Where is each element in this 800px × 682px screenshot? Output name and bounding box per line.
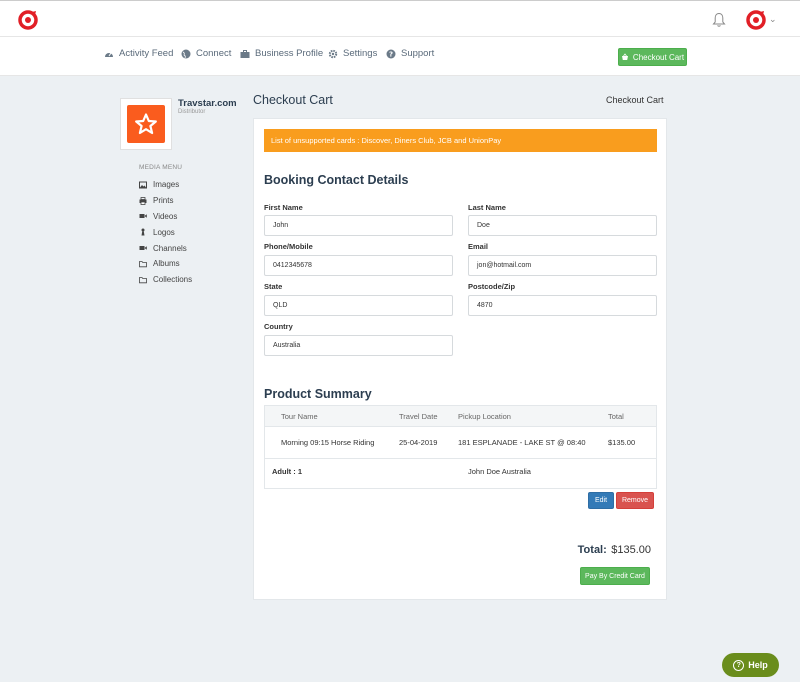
globe-icon xyxy=(181,49,191,58)
profile-name[interactable]: Travstar.com xyxy=(178,98,237,109)
page-title: Checkout Cart xyxy=(253,93,333,107)
nav-label: Settings xyxy=(343,48,378,59)
product-summary-table: Tour Name Travel Date Pickup Location To… xyxy=(264,405,657,489)
first-name-label: First Name xyxy=(264,203,303,212)
booking-contact-heading: Booking Contact Details xyxy=(264,173,409,187)
nav-label: Business Profile xyxy=(255,48,324,59)
nav-label: Support xyxy=(401,48,435,59)
column-header: Pickup Location xyxy=(458,412,511,421)
media-item-albums[interactable]: Albums xyxy=(139,256,249,272)
nav-business-profile[interactable]: Business Profile xyxy=(240,48,323,59)
checkout-cart-label: Checkout Cart xyxy=(632,52,685,62)
user-avatar[interactable] xyxy=(746,10,766,30)
total-label: Total: xyxy=(577,544,607,556)
remove-button[interactable]: Remove xyxy=(616,492,654,509)
svg-text:?: ? xyxy=(389,50,393,58)
folder-icon xyxy=(139,260,147,268)
media-item-collections[interactable]: Collections xyxy=(139,272,249,288)
media-item-images[interactable]: Images xyxy=(139,177,249,193)
nav-support[interactable]: ? Support xyxy=(386,48,434,59)
first-name-field[interactable]: John xyxy=(264,215,453,236)
checkout-cart-button[interactable]: Checkout Cart xyxy=(618,48,687,66)
email-field[interactable]: jon@hotmail.com xyxy=(468,255,657,276)
postcode-field[interactable]: 4870 xyxy=(468,295,657,316)
nav-connect[interactable]: Connect xyxy=(181,48,231,59)
checkout-panel: List of unsupported cards : Discover, Di… xyxy=(253,118,667,600)
profile-logo[interactable] xyxy=(120,98,172,150)
travel-date-cell: 25-04-2019 xyxy=(399,438,438,447)
nav-label: Activity Feed xyxy=(119,48,174,59)
profile-logo-tile xyxy=(127,105,165,143)
video-icon xyxy=(139,246,147,251)
column-header: Total xyxy=(608,412,624,421)
profile-role: Distributor xyxy=(178,109,206,115)
media-item-prints[interactable]: Prints xyxy=(139,193,249,209)
media-menu-title: MEDIA MENU xyxy=(139,164,183,171)
column-header: Travel Date xyxy=(399,412,438,421)
media-item-label: Videos xyxy=(153,211,178,221)
total-cell: $135.00 xyxy=(608,438,636,447)
media-item-label: Logos xyxy=(153,227,175,237)
folder-icon xyxy=(139,276,147,283)
phone-field[interactable]: 0412345678 xyxy=(264,255,453,276)
pickup-location-cell: 181 ESPLANADE - LAKE ST @ 08:40 xyxy=(458,438,586,447)
state-label: State xyxy=(264,282,283,291)
media-item-label: Collections xyxy=(153,275,193,285)
printer-icon xyxy=(139,196,147,205)
question-icon: ? xyxy=(733,659,745,671)
basket-icon xyxy=(621,53,628,60)
video-icon xyxy=(139,214,147,219)
email-label: Email xyxy=(468,242,489,251)
row-divider xyxy=(265,458,656,459)
gear-icon xyxy=(328,49,338,58)
product-summary-heading: Product Summary xyxy=(264,387,372,401)
nav-settings[interactable]: Settings xyxy=(328,48,377,59)
nav-activity-feed[interactable]: Activity Feed xyxy=(104,48,173,59)
chevron-down-icon[interactable]: ⌄ xyxy=(769,14,777,25)
column-header: Tour Name xyxy=(281,412,318,421)
star-icon xyxy=(135,113,157,135)
edit-button[interactable]: Edit xyxy=(588,492,614,509)
media-item-label: Albums xyxy=(153,259,180,269)
top-bar: ⌄ xyxy=(0,0,800,37)
state-field[interactable]: QLD xyxy=(264,295,453,316)
unsupported-cards-alert: List of unsupported cards : Discover, Di… xyxy=(264,129,657,152)
help-button[interactable]: ? Help xyxy=(722,653,779,677)
last-name-field[interactable]: Doe xyxy=(468,215,657,236)
media-item-label: Images xyxy=(153,180,180,190)
bell-icon[interactable] xyxy=(712,12,726,28)
order-total: Total: $135.00 xyxy=(554,540,651,558)
briefcase-icon xyxy=(240,49,250,58)
pawn-icon xyxy=(141,228,145,236)
media-item-channels[interactable]: Channels xyxy=(139,240,249,256)
media-menu: MEDIA MENU Images Prints Videos Logos Ch… xyxy=(139,164,249,288)
total-value: $135.00 xyxy=(611,544,651,556)
country-label: Country xyxy=(264,322,293,331)
media-item-label: Prints xyxy=(153,196,174,206)
tour-name-cell: Morning 09:15 Horse Riding xyxy=(281,438,375,447)
pay-by-credit-card-button[interactable]: Pay By Credit Card xyxy=(580,567,650,585)
main-nav: Activity Feed Connect Business Profile S… xyxy=(0,37,800,76)
phone-label: Phone/Mobile xyxy=(264,242,313,251)
help-label: Help xyxy=(748,660,768,670)
nav-label: Connect xyxy=(196,48,232,59)
media-item-label: Channels xyxy=(153,243,187,253)
question-circle-icon: ? xyxy=(386,49,396,58)
media-item-logos[interactable]: Logos xyxy=(139,224,249,240)
table-header: Tour Name Travel Date Pickup Location To… xyxy=(265,406,656,427)
dashboard-icon xyxy=(105,52,113,57)
pax-name: John Doe Australia xyxy=(468,467,531,476)
country-field[interactable]: Australia xyxy=(264,335,453,356)
media-item-videos[interactable]: Videos xyxy=(139,209,249,225)
image-icon xyxy=(139,181,147,189)
brand-logo-icon[interactable] xyxy=(18,10,38,30)
pax-count: Adult : 1 xyxy=(272,467,302,476)
postcode-label: Postcode/Zip xyxy=(468,282,516,291)
last-name-label: Last Name xyxy=(468,203,506,212)
breadcrumb: Checkout Cart xyxy=(606,95,664,105)
